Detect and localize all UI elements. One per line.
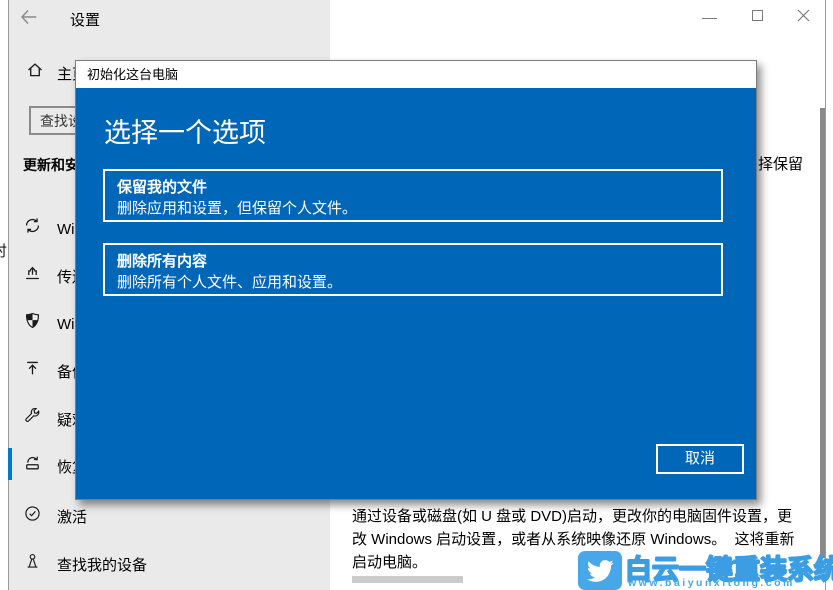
option-title: 删除所有内容 xyxy=(117,251,709,272)
dialog-heading: 选择一个选项 xyxy=(104,111,266,150)
minimize-button[interactable] xyxy=(692,0,726,30)
option-description: 删除所有个人文件、应用和设置。 xyxy=(117,272,709,293)
option-keep-my-files[interactable]: 保留我的文件 删除应用和设置，但保留个人文件。 xyxy=(103,169,723,222)
shield-icon xyxy=(24,312,41,329)
screen: 时 设置 主页 更新和安全 Windows 更新 传送优化 xyxy=(0,0,833,590)
back-button[interactable] xyxy=(18,6,44,30)
close-button[interactable] xyxy=(786,0,820,30)
sidebar-item-find-my-device[interactable]: 查找我的设备 xyxy=(8,542,330,582)
map-pin-person-icon xyxy=(24,553,41,570)
option-description: 删除应用和设置，但保留个人文件。 xyxy=(117,198,709,219)
cancel-button[interactable]: 取消 xyxy=(656,444,744,474)
backup-arrow-icon xyxy=(24,360,41,377)
sidebar-item-activation[interactable]: 激活 xyxy=(8,494,330,534)
maximize-icon xyxy=(752,10,763,21)
minimize-icon xyxy=(702,18,717,19)
dialog-title: 初始化这台电脑 xyxy=(87,61,178,88)
option-remove-everything[interactable]: 删除所有内容 删除所有个人文件、应用和设置。 xyxy=(103,243,723,296)
reset-pc-dialog: 初始化这台电脑 选择一个选项 保留我的文件 删除应用和设置，但保留个人文件。 删… xyxy=(75,60,757,500)
back-arrow-icon xyxy=(18,6,44,28)
close-icon xyxy=(797,9,810,22)
twitter-bird-icon xyxy=(578,551,622,590)
watermark: 白云一键重装系统 www.baiyunxitong.com xyxy=(578,550,833,590)
delivery-optimization-icon xyxy=(24,265,41,282)
dialog-titlebar: 初始化这台电脑 xyxy=(76,61,756,88)
recovery-icon xyxy=(24,455,41,472)
check-circle-icon xyxy=(24,505,41,522)
maximize-button[interactable] xyxy=(740,0,774,30)
sync-icon xyxy=(24,217,41,234)
wrench-icon xyxy=(24,408,41,425)
body-text-fragment: 择保留 xyxy=(758,153,803,174)
vertical-scrollbar[interactable] xyxy=(820,108,825,558)
restart-now-button[interactable] xyxy=(352,576,463,583)
watermark-url: www.baiyunxitong.com xyxy=(628,577,795,589)
home-icon xyxy=(26,61,44,79)
background-text-fragment: 时 xyxy=(0,240,7,260)
option-title: 保留我的文件 xyxy=(117,177,709,198)
app-title: 设置 xyxy=(70,9,100,30)
